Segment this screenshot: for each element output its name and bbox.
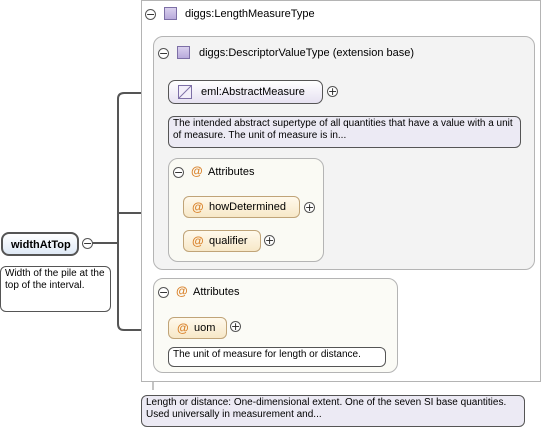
attribute-at-icon: @	[191, 164, 203, 178]
collapse-toggle-icon[interactable]: −	[158, 287, 169, 298]
attribute-howDetermined[interactable]: @ howDetermined	[183, 196, 300, 218]
attribute-name: qualifier	[209, 235, 248, 247]
expand-toggle-icon[interactable]: +	[230, 321, 241, 332]
attribute-name: howDetermined	[209, 201, 287, 213]
collapse-toggle-icon[interactable]: −	[82, 238, 93, 249]
expand-toggle-icon[interactable]: +	[327, 86, 338, 97]
attribute-at-icon: @	[192, 200, 204, 214]
collapse-toggle-icon[interactable]: −	[145, 9, 156, 20]
abstract-measure-doc: The intended abstract supertype of all q…	[168, 116, 521, 148]
element-name: widthAtTop	[11, 239, 71, 251]
collapse-toggle-icon[interactable]: −	[158, 48, 169, 59]
attribute-at-icon: @	[176, 284, 188, 298]
complex-type-icon	[164, 7, 177, 20]
collapse-toggle-icon[interactable]: −	[173, 167, 184, 178]
attribute-name: uom	[194, 322, 216, 334]
type-doc: Length or distance: One-dimensional exte…	[141, 395, 525, 427]
outer-attributes-title: Attributes	[193, 286, 240, 298]
attribute-qualifier[interactable]: @ qualifier	[183, 230, 261, 252]
abstract-measure-name: eml:AbstractMeasure	[201, 86, 305, 98]
type-name: diggs:LengthMeasureType	[185, 8, 315, 20]
base-name: diggs:DescriptorValueType (extension bas…	[199, 47, 415, 59]
attribute-at-icon: @	[192, 234, 204, 248]
element-doc: Width of the pile at the top of the inte…	[0, 266, 111, 312]
abstract-measure-node[interactable]: eml:AbstractMeasure	[168, 80, 323, 104]
uom-doc: The unit of measure for length or distan…	[168, 347, 386, 367]
inner-attributes-title: Attributes	[208, 166, 255, 178]
attribute-at-icon: @	[177, 321, 189, 335]
abstract-element-icon	[178, 85, 192, 99]
complex-type-icon	[177, 46, 190, 59]
attribute-uom[interactable]: @ uom	[168, 317, 227, 339]
expand-toggle-icon[interactable]: +	[264, 235, 275, 246]
expand-toggle-icon[interactable]: +	[304, 202, 315, 213]
widthAtTop-element[interactable]: widthAtTop	[1, 232, 79, 256]
